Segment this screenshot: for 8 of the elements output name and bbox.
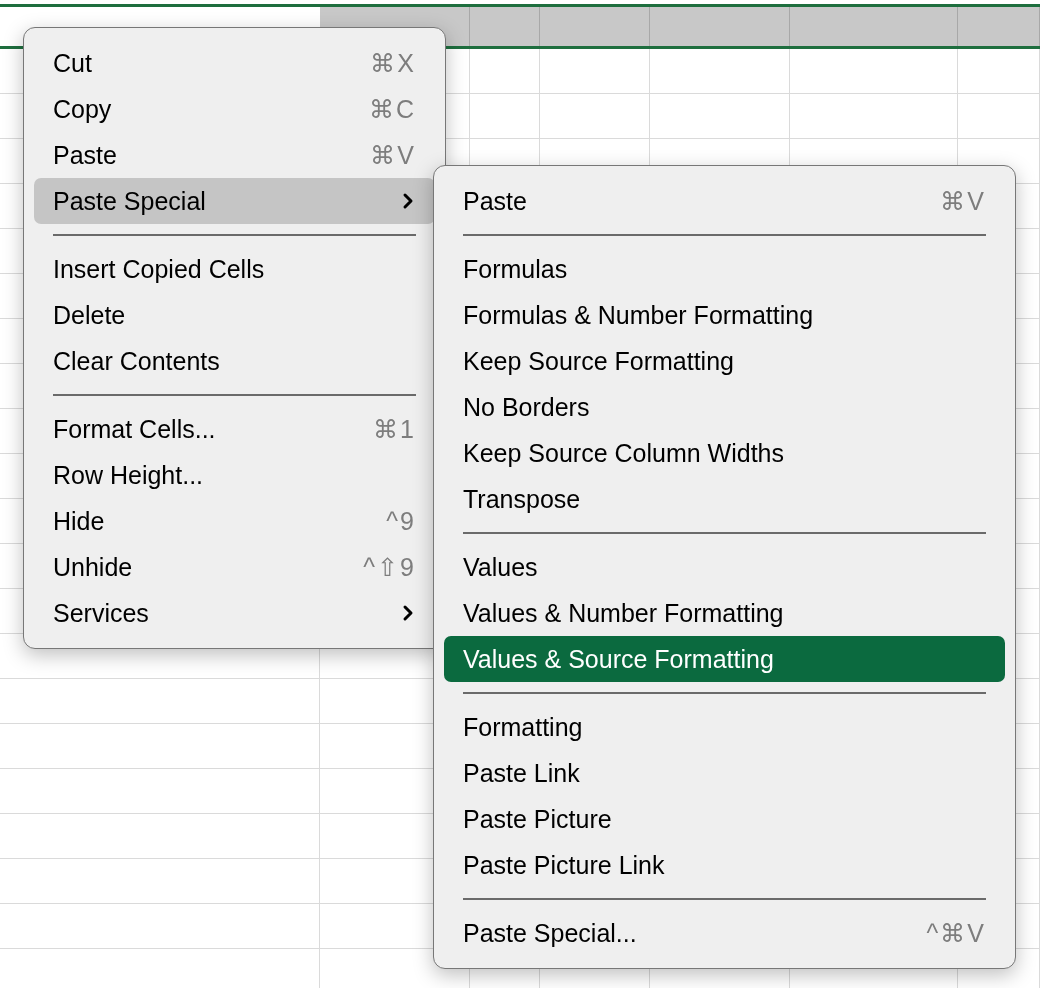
shortcut-label: ⌘V	[370, 142, 416, 168]
shortcut-label: ⌘V	[940, 188, 986, 214]
shortcut-label: ⌘X	[370, 50, 416, 76]
shortcut-label: ⌘1	[373, 416, 416, 442]
shortcut-label: ^9	[386, 508, 416, 534]
shortcut-label: ^⌘V	[926, 920, 986, 946]
shortcut-label: ^⇧9	[363, 554, 416, 580]
shortcut-label: ⌘C	[368, 96, 416, 122]
